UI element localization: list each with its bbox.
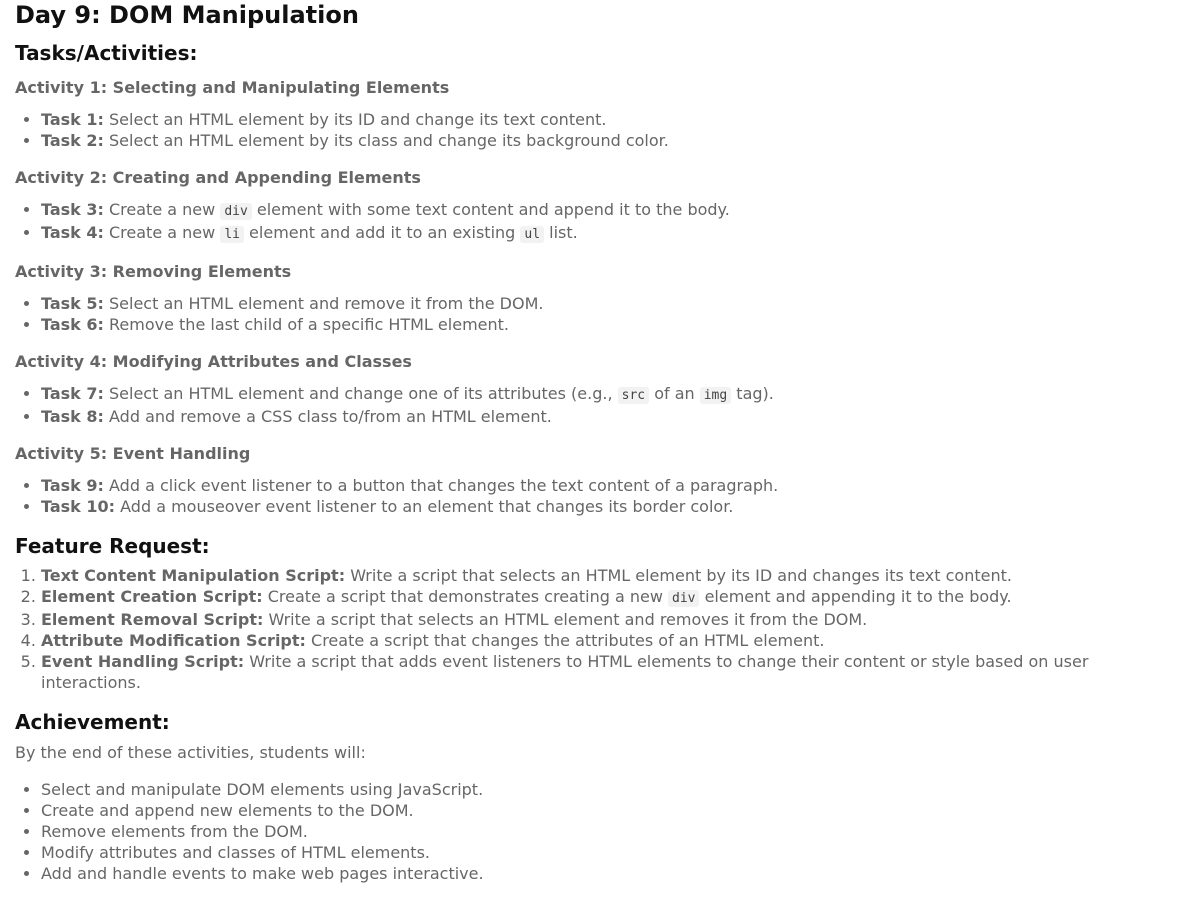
list-item: Text Content Manipulation Script: Write … bbox=[41, 565, 1188, 586]
list-item: Attribute Modification Script: Create a … bbox=[41, 630, 1188, 651]
achievement-intro: By the end of these activities, students… bbox=[15, 743, 366, 762]
activity-section: Activity 2: Creating and Appending Eleme… bbox=[15, 167, 1188, 245]
item-text: element and appending it to the body. bbox=[699, 587, 1012, 606]
item-text: list. bbox=[544, 223, 578, 242]
activity-section: Activity 1: Selecting and Manipulating E… bbox=[15, 77, 1188, 151]
item-label: Task 7: bbox=[41, 384, 104, 403]
task-list: Task 1: Select an HTML element by its ID… bbox=[15, 109, 1188, 151]
item-text: Add a click event listener to a button t… bbox=[103, 476, 779, 495]
list-item: Element Creation Script: Create a script… bbox=[41, 586, 1188, 609]
list-item: Remove elements from the DOM. bbox=[41, 821, 1188, 842]
inline-code: ul bbox=[520, 226, 545, 243]
list-item: Task 10: Add a mouseover event listener … bbox=[41, 496, 1188, 517]
list-item: Task 8: Add and remove a CSS class to/fr… bbox=[41, 406, 1188, 427]
item-text: element with some text content and appen… bbox=[251, 200, 730, 219]
tasks-heading: Tasks/Activities: bbox=[15, 41, 198, 65]
item-text: Create a script that demonstrates creati… bbox=[262, 587, 668, 606]
task-list: Task 9: Add a click event listener to a … bbox=[15, 475, 1188, 517]
item-label: Task 1: bbox=[41, 110, 104, 129]
inline-code: div bbox=[220, 203, 252, 220]
task-list: Task 7: Select an HTML element and chang… bbox=[15, 383, 1188, 427]
activity-heading: Activity 2: Creating and Appending Eleme… bbox=[15, 168, 421, 187]
feature-list: Text Content Manipulation Script: Write … bbox=[15, 565, 1188, 693]
item-text: Select an HTML element and remove it fro… bbox=[103, 294, 544, 313]
list-item: Task 5: Select an HTML element and remov… bbox=[41, 293, 1188, 314]
inline-code: li bbox=[220, 226, 244, 243]
activity-heading: Activity 3: Removing Elements bbox=[15, 262, 292, 281]
list-item: Task 7: Select an HTML element and chang… bbox=[41, 383, 1188, 406]
item-text: Create a script that changes the attribu… bbox=[305, 631, 825, 650]
item-text: Create a new bbox=[103, 200, 221, 219]
list-item: Task 6: Remove the last child of a speci… bbox=[41, 314, 1188, 335]
item-text: Create a new bbox=[103, 223, 221, 242]
activity-section: Activity 3: Removing Elements Task 5: Se… bbox=[15, 261, 1188, 335]
item-label: Task 4: bbox=[41, 223, 104, 242]
list-item: Task 3: Create a new div element with so… bbox=[41, 199, 1188, 222]
inline-code: src bbox=[617, 387, 650, 404]
list-item: Add and handle events to make web pages … bbox=[41, 863, 1188, 884]
list-item: Task 2: Select an HTML element by its cl… bbox=[41, 130, 1188, 151]
item-label: Text Content Manipulation Script: bbox=[41, 566, 346, 585]
item-text: of an bbox=[649, 384, 700, 403]
activities: Activity 1: Selecting and Manipulating E… bbox=[15, 77, 1188, 517]
item-text: Select an HTML element and change one of… bbox=[103, 384, 618, 403]
item-text: tag). bbox=[731, 384, 774, 403]
inline-code: div bbox=[668, 590, 700, 607]
list-item: Task 9: Add a click event listener to a … bbox=[41, 475, 1188, 496]
item-text: Add and remove a CSS class to/from an HT… bbox=[103, 407, 552, 426]
item-label: Element Removal Script: bbox=[41, 610, 264, 629]
item-text: element and add it to an existing bbox=[243, 223, 521, 242]
task-list: Task 3: Create a new div element with so… bbox=[15, 199, 1188, 245]
item-label: Element Creation Script: bbox=[41, 587, 263, 606]
item-text: Remove the last child of a specific HTML… bbox=[103, 315, 509, 334]
inline-code: img bbox=[699, 387, 732, 404]
item-label: Task 9: bbox=[41, 476, 104, 495]
activity-heading: Activity 1: Selecting and Manipulating E… bbox=[15, 78, 450, 97]
item-text: Select an HTML element by its class and … bbox=[103, 131, 669, 150]
list-item: Select and manipulate DOM elements using… bbox=[41, 779, 1188, 800]
item-text: Write a script that selects an HTML elem… bbox=[345, 566, 1012, 585]
feature-heading: Feature Request: bbox=[15, 534, 210, 558]
activity-heading: Activity 5: Event Handling bbox=[15, 444, 251, 463]
item-label: Event Handling Script: bbox=[41, 652, 245, 671]
item-label: Task 6: bbox=[41, 315, 104, 334]
achievement-heading: Achievement: bbox=[15, 710, 170, 734]
item-label: Task 10: bbox=[41, 497, 116, 516]
item-text: Add a mouseover event listener to an ele… bbox=[115, 497, 734, 516]
item-label: Task 8: bbox=[41, 407, 104, 426]
task-list: Task 5: Select an HTML element and remov… bbox=[15, 293, 1188, 335]
list-item: Event Handling Script: Write a script th… bbox=[41, 651, 1188, 693]
document: Day 9: DOM Manipulation Tasks/Activities… bbox=[0, 0, 1203, 884]
achievement-list: Select and manipulate DOM elements using… bbox=[15, 779, 1188, 884]
activity-section: Activity 5: Event Handling Task 9: Add a… bbox=[15, 443, 1188, 517]
page-title: Day 9: DOM Manipulation bbox=[15, 1, 359, 29]
list-item: Task 4: Create a new li element and add … bbox=[41, 222, 1188, 245]
activity-heading: Activity 4: Modifying Attributes and Cla… bbox=[15, 352, 412, 371]
item-text: Select an HTML element by its ID and cha… bbox=[103, 110, 607, 129]
list-item: Task 1: Select an HTML element by its ID… bbox=[41, 109, 1188, 130]
list-item: Modify attributes and classes of HTML el… bbox=[41, 842, 1188, 863]
list-item: Create and append new elements to the DO… bbox=[41, 800, 1188, 821]
item-label: Task 3: bbox=[41, 200, 104, 219]
item-label: Task 5: bbox=[41, 294, 104, 313]
activity-section: Activity 4: Modifying Attributes and Cla… bbox=[15, 351, 1188, 427]
item-text: Write a script that selects an HTML elem… bbox=[263, 610, 868, 629]
item-label: Attribute Modification Script: bbox=[41, 631, 306, 650]
list-item: Element Removal Script: Write a script t… bbox=[41, 609, 1188, 630]
item-label: Task 2: bbox=[41, 131, 104, 150]
